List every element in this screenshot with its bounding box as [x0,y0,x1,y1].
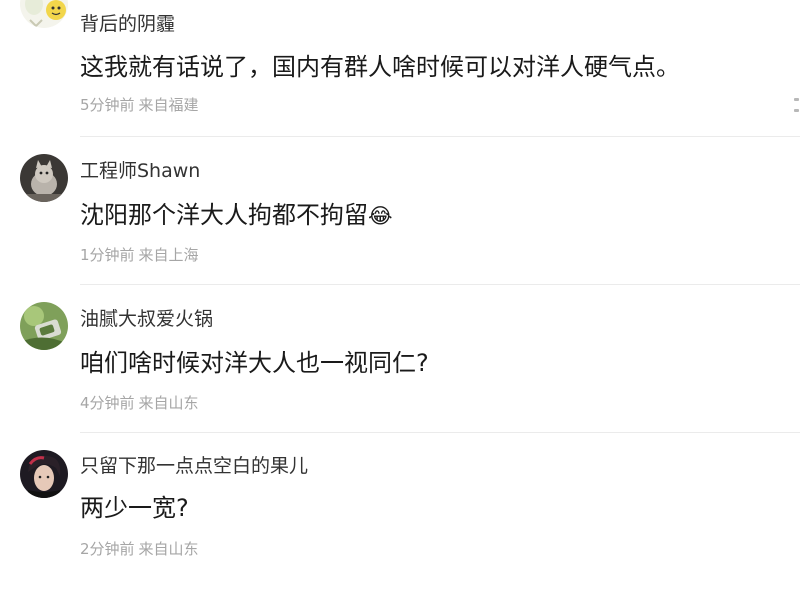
avatar[interactable] [20,0,68,28]
comment-text: 沈阳那个洋大人拘都不拘留😂 [80,199,393,232]
comment-time: 2分钟前 [80,540,135,558]
more-options-icon[interactable] [794,98,800,112]
comment-meta: 5分钟前 来自福建 [80,95,199,115]
comment-item: 油腻大叔爱火锅 咱们啥时候对洋大人也一视同仁? 4分钟前 来自山东 [0,296,800,444]
divider [80,136,800,137]
cat-photo-avatar-icon [20,154,68,202]
username[interactable]: 只留下那一点点空白的果儿 [80,454,308,478]
cartoon-lemon-avatar-icon [20,0,68,28]
divider [80,432,800,433]
comment-item: 只留下那一点点空白的果儿 两少一宽? 2分钟前 来自山东 [0,444,800,592]
avatar[interactable] [20,154,68,202]
comment-location: 来自福建 [138,96,199,114]
comment-meta: 2分钟前 来自山东 [80,539,199,559]
comment-time: 4分钟前 [80,394,135,412]
avatar[interactable] [20,302,68,350]
comment-meta: 1分钟前 来自上海 [80,245,199,265]
username[interactable]: 背后的阴霾 [80,12,175,36]
comment-time: 1分钟前 [80,246,135,264]
comment-location: 来自山东 [138,394,199,412]
comment-location: 来自山东 [138,540,199,558]
dark-hair-person-avatar-icon [20,450,68,498]
green-photo-avatar-icon [20,302,68,350]
comment-time: 5分钟前 [80,96,135,114]
comment-item: 背后的阴霾 这我就有话说了，国内有群人啥时候可以对洋人硬气点。 5分钟前 来自福建 [0,0,800,148]
comment-text: 两少一宽? [80,494,189,522]
username[interactable]: 油腻大叔爱火锅 [80,307,213,331]
username[interactable]: 工程师Shawn [80,159,200,183]
comment-text-body: 沈阳那个洋大人拘都不拘留 [80,201,368,229]
comment-item: 工程师Shawn 沈阳那个洋大人拘都不拘留😂 1分钟前 来自上海 [0,148,800,296]
laughing-crying-emoji-icon: 😂 [368,204,393,228]
comment-text: 这我就有话说了，国内有群人啥时候可以对洋人硬气点。 [80,53,680,81]
divider [80,284,800,285]
avatar[interactable] [20,450,68,498]
comment-meta: 4分钟前 来自山东 [80,393,199,413]
comment-location: 来自上海 [138,246,199,264]
comment-text: 咱们啥时候对洋大人也一视同仁? [80,349,429,377]
